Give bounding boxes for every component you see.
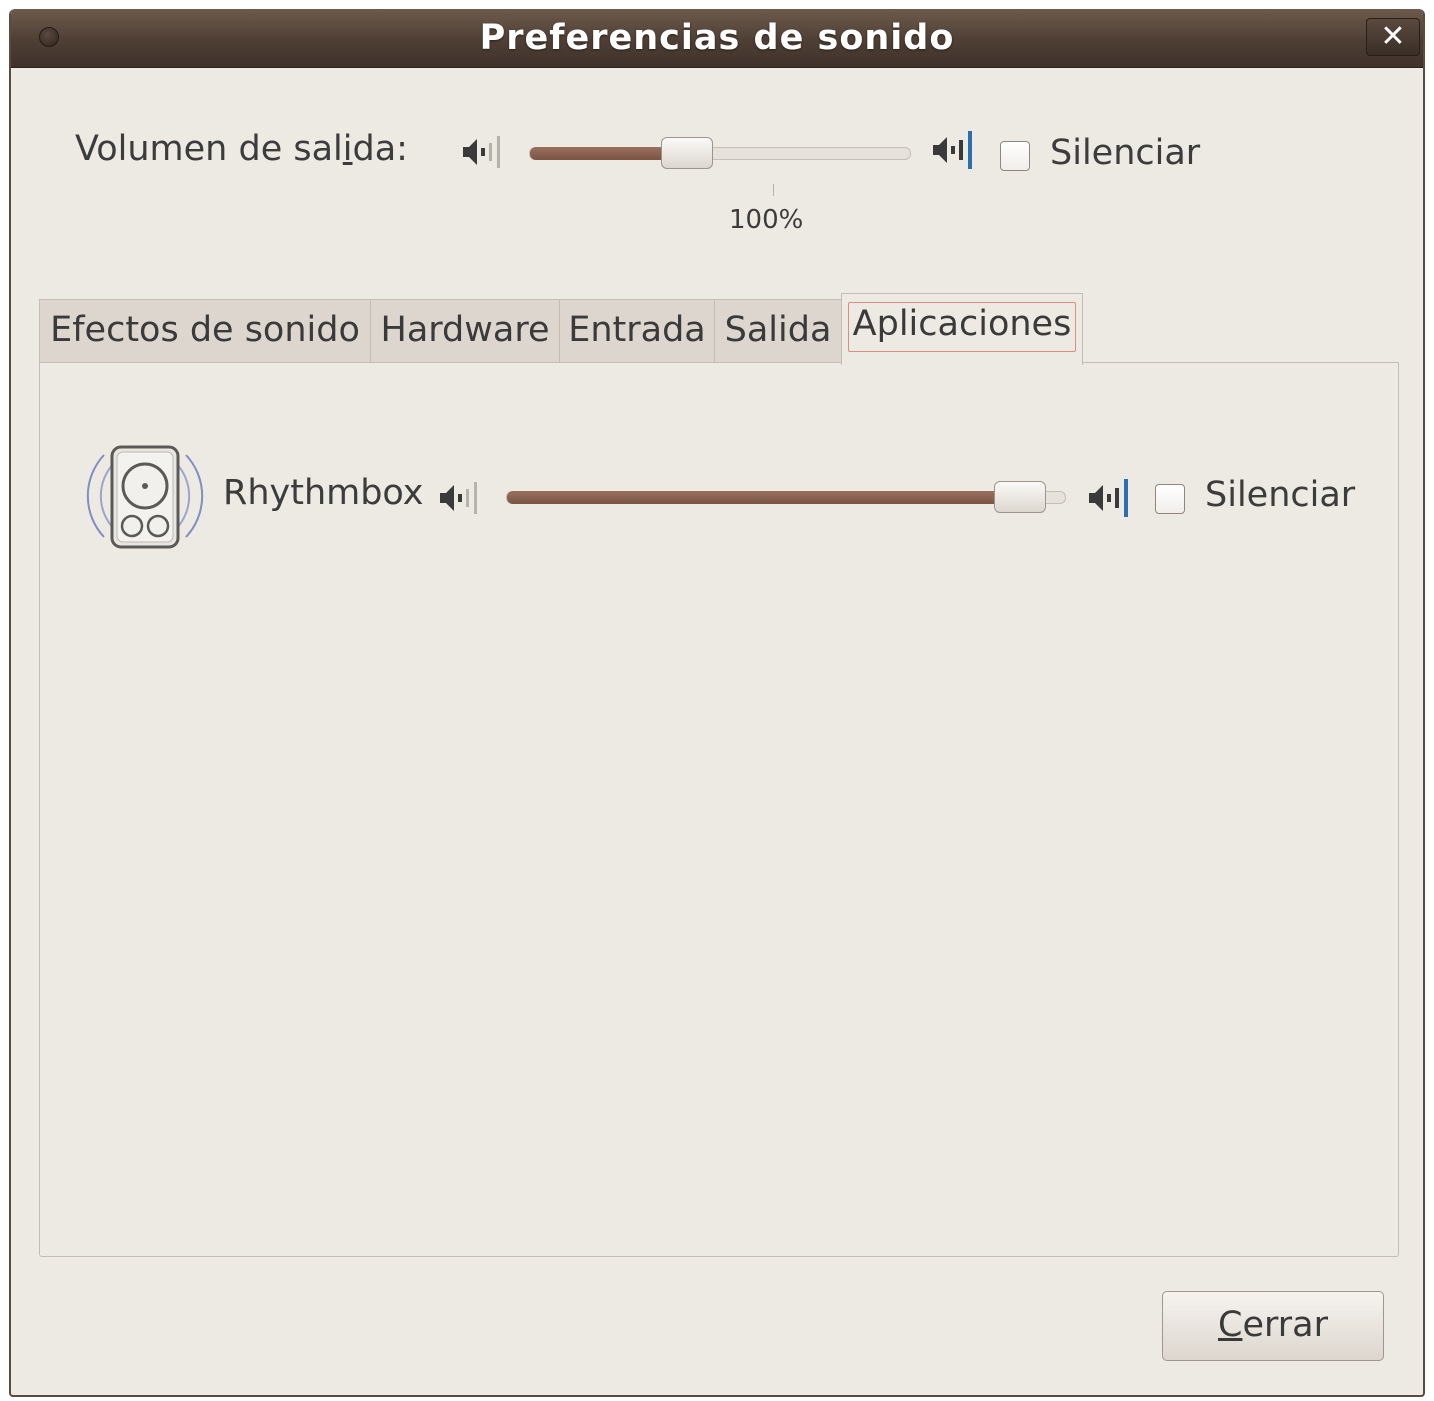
volume-scale-mark-label: 100% [729, 205, 804, 235]
tab-sound-effects[interactable]: Efectos de sonido [39, 299, 371, 363]
rhythmbox-mute-checkbox[interactable] [1155, 484, 1185, 514]
tab-hardware[interactable]: Hardware [370, 299, 560, 363]
sound-preferences-window: Preferencias de sonido ✕ Volumen de sali… [9, 9, 1425, 1397]
output-volume-thumb[interactable] [661, 137, 713, 169]
speaker-icon [86, 445, 204, 549]
tab-output[interactable]: Salida [714, 299, 842, 363]
app-name-rhythmbox: Rhythmbox [223, 473, 424, 513]
volume-scale-mark [773, 184, 774, 196]
tab-applications[interactable]: Aplicaciones [841, 293, 1083, 365]
output-volume-label: Volumen de salida: [75, 129, 408, 169]
output-mute-checkbox[interactable] [1000, 141, 1030, 171]
volume-high-icon [1089, 479, 1128, 517]
title-bar[interactable]: Preferencias de sonido ✕ [11, 9, 1423, 68]
output-volume-slider[interactable] [529, 147, 911, 160]
rhythmbox-mute-label[interactable]: Silenciar [1205, 475, 1355, 515]
rhythmbox-volume-fill [507, 491, 1021, 504]
volume-low-icon [440, 482, 477, 514]
output-mute-label[interactable]: Silenciar [1050, 133, 1200, 173]
close-window-button[interactable]: ✕ [1366, 18, 1420, 56]
rhythmbox-volume-slider[interactable] [506, 491, 1066, 504]
rhythmbox-volume-thumb[interactable] [993, 481, 1046, 513]
window-title: Preferencias de sonido [479, 18, 955, 58]
tab-input[interactable]: Entrada [559, 299, 715, 363]
volume-high-icon [933, 131, 972, 169]
applications-panel: Rhythmbox Silenciar [39, 362, 1399, 1257]
close-button[interactable]: Cerrar [1162, 1291, 1384, 1361]
volume-low-icon [463, 136, 500, 168]
